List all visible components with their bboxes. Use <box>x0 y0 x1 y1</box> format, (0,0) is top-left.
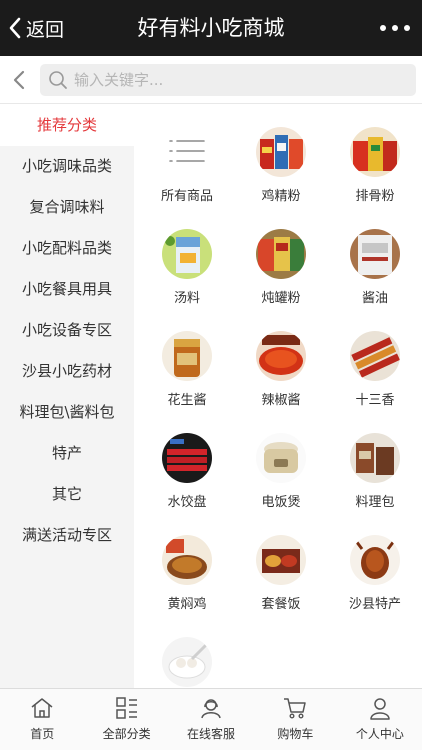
peanut-sauce-image <box>162 331 212 381</box>
category-icon <box>115 697 137 719</box>
chicken-powder-image <box>256 127 306 177</box>
tab-customer-service[interactable]: 在线客服 <box>169 689 253 750</box>
dessert-bowl-image <box>162 637 212 687</box>
category-label: 套餐饭 <box>261 597 301 612</box>
sidebar-item-equipment[interactable]: 小吃设备专区 <box>0 310 134 351</box>
dot-icon <box>392 25 398 31</box>
category-meal-pack[interactable]: 料理包 <box>328 433 422 510</box>
shaxian-specialty-image <box>350 535 400 585</box>
sidebar-item-other[interactable]: 其它 <box>0 474 134 515</box>
category-set-meal[interactable]: 套餐饭 <box>234 535 328 612</box>
rib-powder-image <box>350 127 400 177</box>
category-label: 黄焖鸡 <box>167 597 207 612</box>
category-rice-cooker[interactable]: 电饭煲 <box>234 433 328 510</box>
category-peanut-sauce[interactable]: 花生酱 <box>140 331 234 408</box>
sidebar-item-ingredients[interactable]: 小吃配料品类 <box>0 228 134 269</box>
search-icon <box>49 71 67 89</box>
category-label: 辣椒酱 <box>261 393 301 408</box>
tab-label: 全部分类 <box>102 727 151 741</box>
category-label: 十三香 <box>355 393 395 408</box>
category-soup-base[interactable]: 汤料 <box>140 229 234 306</box>
search-input[interactable] <box>74 71 394 89</box>
category-label: 沙县特产 <box>348 597 401 612</box>
chili-sauce-image <box>256 331 306 381</box>
sidebar-item-specialty[interactable]: 特产 <box>0 433 134 474</box>
sidebar-item-tableware[interactable]: 小吃餐具用具 <box>0 269 134 310</box>
category-all-products[interactable]: 所有商品 <box>140 127 234 204</box>
category-braised-chicken[interactable]: 黄焖鸡 <box>140 535 234 612</box>
category-stew-powder[interactable]: 炖罐粉 <box>234 229 328 306</box>
tab-cart[interactable]: 购物车 <box>253 689 337 750</box>
dot-icon <box>380 25 386 31</box>
sidebar-item-promotion[interactable]: 满送活动专区 <box>0 515 134 556</box>
category-shaxian-specialty[interactable]: 沙县特产 <box>328 535 422 612</box>
sidebar-item-meal-packs[interactable]: 料理包\酱料包 <box>0 392 134 433</box>
soy-sauce-image <box>350 229 400 279</box>
category-dessert[interactable] <box>140 637 234 688</box>
tab-home[interactable]: 首页 <box>0 689 84 750</box>
category-grid: 所有商品 鸡精粉 排骨粉 汤料 炖罐粉 酱油 花生酱 辣椒酱 十三香 水饺盘 电… <box>140 105 422 688</box>
sidebar-item-seasoning[interactable]: 小吃调味品类 <box>0 146 134 187</box>
chevron-left-icon <box>9 17 21 39</box>
category-label: 料理包 <box>355 495 395 510</box>
category-label: 酱油 <box>361 291 388 306</box>
back-label: 返回 <box>26 18 65 41</box>
sidebar-item-recommended[interactable]: 推荐分类 <box>0 105 134 146</box>
category-label: 汤料 <box>173 291 200 306</box>
category-dumpling-tray[interactable]: 水饺盘 <box>140 433 234 510</box>
home-icon <box>31 698 53 718</box>
category-label: 花生酱 <box>167 393 207 408</box>
category-label: 排骨粉 <box>355 189 395 204</box>
chevron-left-icon <box>13 70 25 90</box>
tab-label: 个人中心 <box>355 727 404 741</box>
category-label: 水饺盘 <box>167 495 207 510</box>
category-rib-powder[interactable]: 排骨粉 <box>328 127 422 204</box>
cart-icon <box>284 698 307 719</box>
thirteen-spice-image <box>350 331 400 381</box>
tab-label: 在线客服 <box>187 727 236 741</box>
customer-service-icon <box>201 699 221 719</box>
category-thirteen-spice[interactable]: 十三香 <box>328 331 422 408</box>
category-chili-sauce[interactable]: 辣椒酱 <box>234 331 328 408</box>
more-options-button[interactable] <box>380 16 410 40</box>
search-back-button[interactable] <box>6 66 32 94</box>
title-bar: 返回 好有料小吃商城 <box>0 0 422 56</box>
tab-label: 首页 <box>30 727 55 741</box>
category-label: 所有商品 <box>160 189 213 204</box>
meal-pack-image <box>350 433 400 483</box>
sidebar-item-compound-seasoning[interactable]: 复合调味料 <box>0 187 134 228</box>
category-label: 电饭煲 <box>261 495 301 510</box>
back-button[interactable]: 返回 <box>8 14 64 42</box>
category-sidebar: 推荐分类 小吃调味品类 复合调味料 小吃配料品类 小吃餐具用具 小吃设备专区 沙… <box>0 105 134 688</box>
category-label: 鸡精粉 <box>261 189 301 204</box>
stew-powder-image <box>256 229 306 279</box>
dot-icon <box>404 25 410 31</box>
category-label: 炖罐粉 <box>261 291 301 306</box>
list-icon <box>162 127 212 177</box>
tab-all-categories[interactable]: 全部分类 <box>84 689 168 750</box>
dumpling-tray-image <box>162 433 212 483</box>
tab-label: 购物车 <box>277 727 314 741</box>
soup-base-image <box>162 229 212 279</box>
category-chicken-powder[interactable]: 鸡精粉 <box>234 127 328 204</box>
rice-cooker-image <box>256 433 306 483</box>
sidebar-item-herbs[interactable]: 沙县小吃药材 <box>0 351 134 392</box>
user-icon <box>370 698 390 720</box>
search-bar <box>0 56 422 104</box>
braised-chicken-image <box>162 535 212 585</box>
tab-profile[interactable]: 个人中心 <box>338 689 422 750</box>
set-meal-image <box>256 535 306 585</box>
category-soy-sauce[interactable]: 酱油 <box>328 229 422 306</box>
bottom-tab-bar: 首页 全部分类 在线客服 购物车 个人中心 <box>0 688 422 750</box>
search-box[interactable] <box>40 64 416 96</box>
